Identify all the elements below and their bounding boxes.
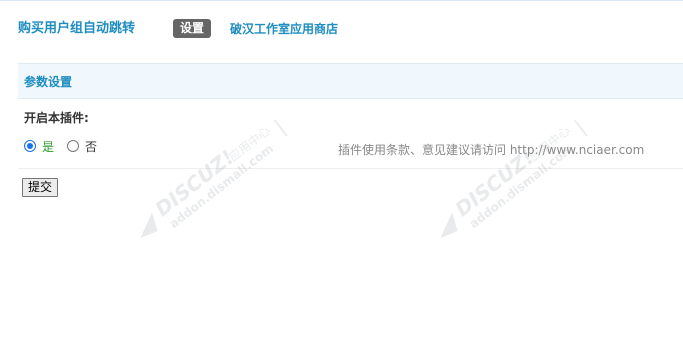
submit-button[interactable]: 提交 xyxy=(22,178,59,197)
top-nav: 购买用户组自动跳转 设置 破汉工作室应用商店 xyxy=(0,0,683,57)
enable-plugin-radio-group: 是 否 xyxy=(24,136,110,156)
row-divider xyxy=(18,168,683,169)
enable-plugin-label: 开启本插件: xyxy=(24,111,89,125)
radio-label-no: 否 xyxy=(85,139,98,154)
app-store-link[interactable]: 破汉工作室应用商店 xyxy=(230,20,338,37)
svg-text:|: | xyxy=(570,115,590,138)
svg-text:DISCUZ!: DISCUZ! xyxy=(150,145,238,221)
radio-button-yes[interactable] xyxy=(24,140,36,152)
radio-label-yes: 是 xyxy=(42,139,55,154)
radio-button-no[interactable] xyxy=(67,140,80,152)
setting-description: 插件使用条款、意见建议请访问 http://www.nciaer.com xyxy=(338,143,645,157)
radio-option-yes[interactable]: 是 xyxy=(24,138,54,155)
svg-text:应用中心: 应用中心 xyxy=(226,123,273,164)
svg-text:|: | xyxy=(270,115,290,138)
discuz-watermark-logo-2: DISCUZ! 应用中心 addon.dismall.com | xyxy=(440,115,590,239)
tab-settings[interactable]: 设置 xyxy=(173,19,212,38)
plugin-settings-page: 购买用户组自动跳转 设置 破汉工作室应用商店 参数设置 开启本插件: 是 否 插… xyxy=(0,0,683,339)
plugin-title: 购买用户组自动跳转 xyxy=(18,21,136,36)
discuz-watermark-logo: DISCUZ! 应用中心 addon.dismall.com | xyxy=(140,115,290,239)
section-title: 参数设置 xyxy=(24,75,73,89)
svg-text:addon.dismall.com: addon.dismall.com xyxy=(167,141,276,231)
section-header: 参数设置 xyxy=(18,63,683,99)
radio-option-no[interactable]: 否 xyxy=(67,138,97,155)
